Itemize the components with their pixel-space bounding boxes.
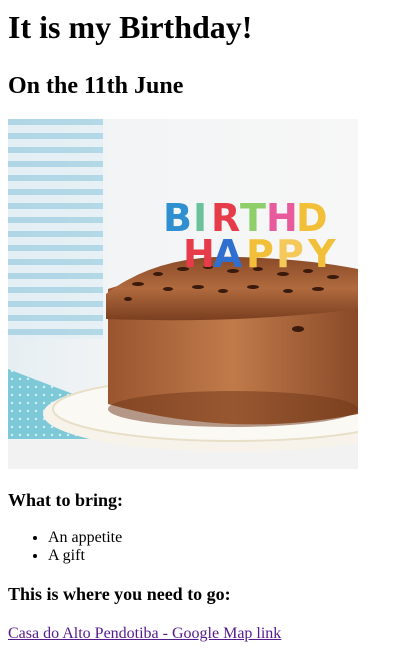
svg-text:P: P: [276, 232, 304, 276]
svg-text:A: A: [213, 232, 243, 276]
svg-text:P: P: [246, 232, 274, 276]
page-content: It is my Birthday! On the 11th June B I …: [0, 10, 420, 643]
bring-heading: What to bring:: [8, 490, 124, 510]
birthday-cake-image: B I R T H D H A P P Y: [8, 119, 358, 469]
list-item: An appetite: [48, 529, 412, 547]
list-item: A gift: [48, 547, 412, 565]
svg-text:H: H: [183, 232, 215, 276]
page-subtitle: On the 11th June: [8, 73, 184, 99]
bring-list: An appetite A gift: [8, 529, 412, 565]
svg-text:Y: Y: [307, 232, 336, 276]
google-map-link[interactable]: Casa do Alto Pendotiba - Google Map link: [8, 625, 281, 643]
where-heading: This is where you need to go:: [8, 584, 231, 604]
page-title: It is my Birthday!: [8, 9, 253, 45]
